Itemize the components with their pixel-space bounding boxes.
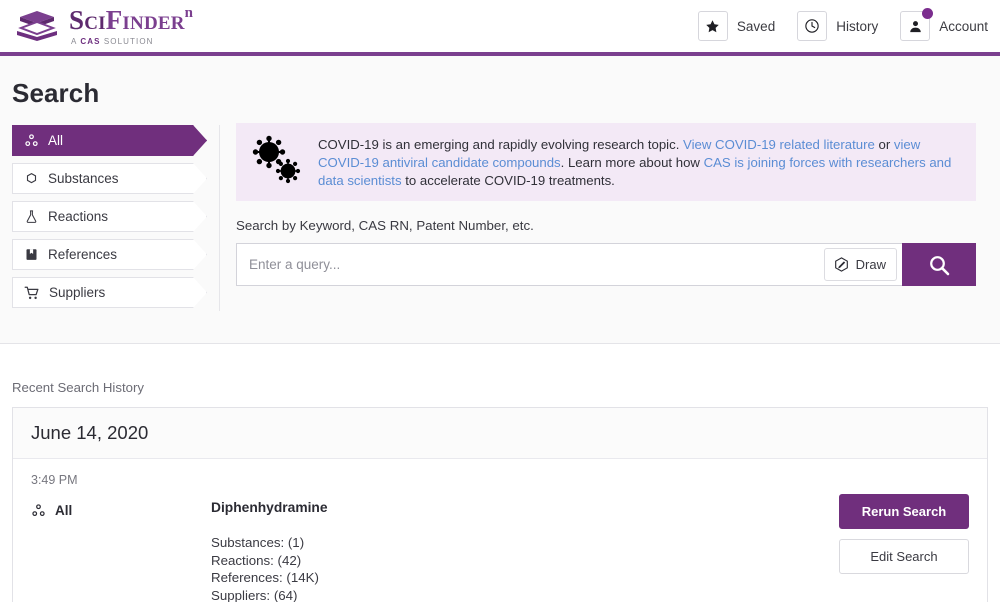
logo-tagline: A CAS SOLUTION (71, 36, 154, 46)
draw-structure-button[interactable]: Draw (823, 248, 897, 282)
history-entry-actions: Rerun Search Edit Search (839, 473, 969, 602)
sidebar-item-suppliers[interactable]: Suppliers (12, 277, 207, 308)
app-header: Sci Finder n A CAS SOLUTION Saved Histor… (0, 0, 1000, 52)
clock-icon[interactable] (797, 11, 828, 41)
search-bar: Draw (236, 243, 976, 287)
rerun-search-button[interactable]: Rerun Search (839, 494, 969, 529)
covid-banner: COVID-19 is an emerging and rapidly evol… (236, 123, 976, 202)
history-entry-row: 3:49 PM All Diphenhydramine Substances: … (13, 459, 987, 602)
covid-text-3: . Learn more about how (560, 154, 704, 170)
search-field-wrapper: Draw (236, 243, 902, 287)
recent-search-history-section: Recent Search History June 14, 2020 3:49… (0, 380, 1000, 602)
search-panel: Search All Substances Reactions Referenc… (0, 56, 1000, 344)
logo-wordmark: Sci Finder n A CAS SOLUTION (69, 4, 194, 46)
hexagon-pencil-icon (834, 257, 848, 273)
header-item-history[interactable]: History (797, 11, 878, 41)
sidebar-item-all-label: All (48, 133, 64, 148)
covid-text-4: to accelerate COVID-19 treatments. (401, 172, 615, 188)
history-date-header: June 14, 2020 (13, 408, 987, 459)
edit-search-button[interactable]: Edit Search (839, 539, 969, 574)
header-item-account[interactable]: Account (900, 8, 988, 41)
search-input[interactable] (237, 257, 824, 273)
history-count-substances[interactable]: Substances: (1) (211, 534, 839, 552)
nodes-icon (32, 504, 45, 517)
sidebar-item-substances[interactable]: Substances (12, 163, 207, 194)
person-icon[interactable] (900, 8, 934, 41)
sidebar-item-suppliers-label: Suppliers (49, 285, 106, 300)
hexagon-icon (24, 171, 39, 186)
search-submit-button[interactable] (902, 243, 976, 287)
sidebar-divider (219, 125, 220, 311)
history-count-suppliers[interactable]: Suppliers: (64) (211, 587, 839, 602)
page-title: Search (12, 78, 100, 108)
cart-icon (24, 285, 40, 301)
history-entry-query[interactable]: Diphenhydramine (211, 500, 839, 515)
sidebar-item-substances-label: Substances (48, 171, 119, 186)
coronavirus-icon (252, 135, 301, 184)
search-type-sidebar: All Substances Reactions References Supp… (12, 123, 207, 315)
notification-dot (922, 8, 934, 19)
sidebar-item-reactions[interactable]: Reactions (12, 201, 207, 232)
covid-banner-text: COVID-19 is an emerging and rapidly evol… (318, 134, 962, 189)
scifinder-logo[interactable]: Sci Finder n A CAS SOLUTION (14, 4, 194, 46)
star-icon[interactable] (697, 11, 728, 41)
search-icon (930, 256, 950, 276)
search-content: COVID-19 is an emerging and rapidly evol… (236, 123, 988, 315)
history-card: June 14, 2020 3:49 PM All Diphenhydramin… (12, 407, 988, 602)
history-entry-meta: 3:49 PM All (31, 473, 211, 602)
sidebar-item-reactions-label: Reactions (48, 209, 109, 224)
logo-superscript-n: n (184, 4, 194, 21)
covid-link-literature[interactable]: View COVID-19 related literature (683, 137, 875, 152)
header-item-account-label: Account (939, 18, 988, 34)
cas-logo-icon (17, 11, 57, 41)
history-entry-type: All (31, 503, 211, 518)
history-count-reactions[interactable]: Reactions: (42) (211, 552, 839, 570)
covid-text-2: or (874, 137, 894, 152)
sidebar-item-references[interactable]: References (12, 239, 207, 270)
sidebar-item-references-label: References (48, 247, 118, 262)
header-item-saved-label: Saved (736, 18, 776, 34)
history-section-title: Recent Search History (12, 380, 144, 395)
draw-button-label: Draw (855, 257, 886, 273)
history-count-references[interactable]: References: (14K) (211, 569, 839, 587)
sidebar-item-all[interactable]: All (12, 125, 207, 156)
header-item-saved[interactable]: Saved (697, 11, 776, 41)
logo-finder-text: Finder (105, 4, 185, 35)
book-icon (24, 247, 39, 262)
header-actions: Saved History Account (697, 8, 988, 41)
covid-text-1: COVID-19 is an emerging and rapidly evol… (318, 137, 684, 152)
flask-icon (24, 209, 39, 224)
header-item-history-label: History (836, 18, 879, 34)
history-entry-details: Diphenhydramine Substances: (1) Reaction… (211, 473, 839, 602)
nodes-icon (24, 133, 39, 148)
logo-sci-text: Sci (69, 4, 106, 35)
history-entry-type-label: All (55, 503, 73, 518)
search-instruction-label: Search by Keyword, CAS RN, Patent Number… (236, 218, 534, 234)
history-entry-time: 3:49 PM (31, 473, 78, 487)
